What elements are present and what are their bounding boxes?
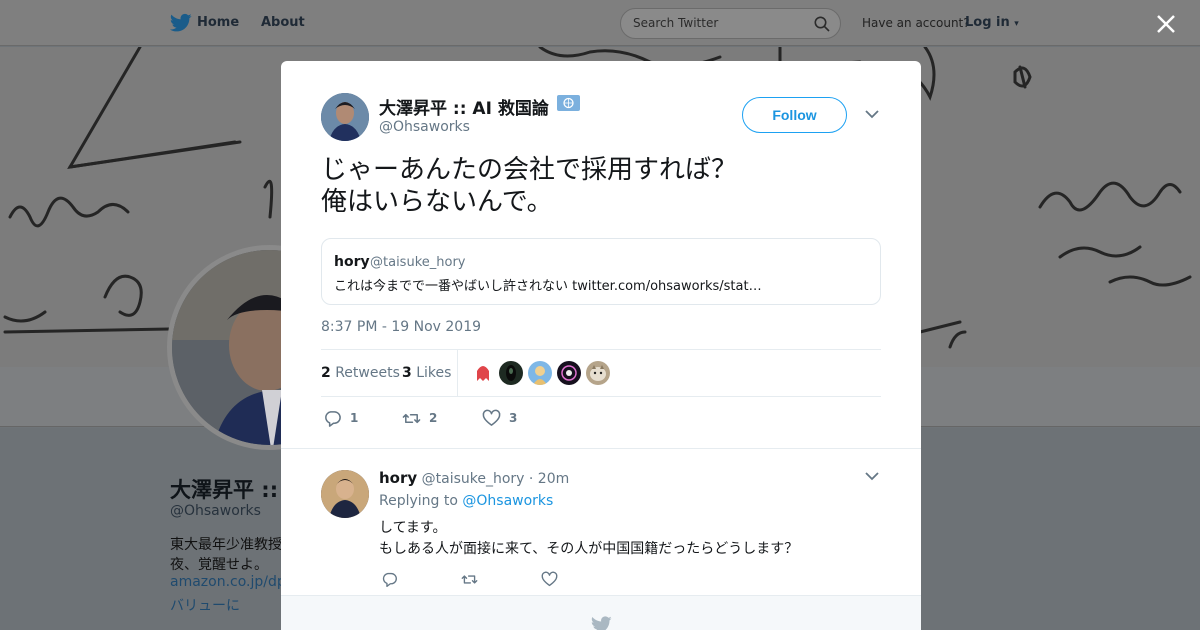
- reply-author-handle[interactable]: @taisuke_hory: [422, 471, 525, 487]
- reply-icon: [382, 572, 397, 587]
- likes-count: 3: [402, 365, 412, 381]
- retweet-icon: [402, 413, 421, 423]
- avatar-photo: [321, 93, 369, 141]
- chevron-down-icon[interactable]: [865, 471, 879, 481]
- top-navigation-bar: Home About Search Twitter Have an accoun…: [0, 0, 1200, 46]
- tweet-text-line: 俺はいらないんで。: [321, 187, 553, 217]
- like-count: 3: [509, 411, 518, 425]
- retweet-button[interactable]: [461, 568, 478, 590]
- replying-to: Replying to @Ohsaworks: [379, 493, 553, 509]
- reply-text-line: もしある人が面接に来て、その人が中国国籍だったらどうします？: [379, 541, 799, 557]
- liker-avatar[interactable]: [499, 361, 523, 385]
- login-link[interactable]: Log in ▾: [965, 15, 1019, 30]
- chevron-down-icon[interactable]: [865, 109, 879, 119]
- modal-footer: [281, 595, 921, 630]
- reply-text-line: してます。: [379, 520, 447, 536]
- like-button[interactable]: 3: [482, 407, 517, 429]
- search-input[interactable]: Search Twitter: [620, 8, 841, 39]
- avatar-photo: [321, 470, 369, 518]
- liker-avatar[interactable]: [471, 361, 495, 385]
- login-label: Log in: [965, 15, 1010, 30]
- have-account-text: Have an account?: [862, 16, 970, 30]
- un-flag-icon: [557, 95, 580, 111]
- retweet-count: 2: [429, 411, 438, 425]
- liker-avatar[interactable]: [557, 361, 581, 385]
- quoted-tweet-card[interactable]: hory @taisuke_hory これは今までで一番やばいし許されない tw…: [321, 238, 881, 305]
- tweet-timestamp[interactable]: 8:37 PM - 19 Nov 2019: [321, 319, 481, 335]
- quoted-author-name: hory: [334, 254, 370, 270]
- quoted-tweet-text: これは今までで一番やばいし許されない twitter.com/ohsaworks…: [334, 279, 762, 294]
- heart-icon: [541, 571, 558, 586]
- tweet-actions: 1 2 3: [321, 405, 621, 431]
- reply-author-avatar[interactable]: [321, 470, 369, 518]
- reply-icon: [325, 410, 341, 427]
- like-button[interactable]: [541, 568, 558, 590]
- profile-handle: @Ohsaworks: [170, 503, 261, 519]
- profile-link[interactable]: バリューに: [170, 595, 240, 615]
- reply-author-name[interactable]: hory: [379, 469, 417, 487]
- profile-name: 大澤昇平 ::: [170, 478, 279, 502]
- nav-about-link[interactable]: About: [261, 15, 305, 30]
- profile-bio-line: 東大最年少准教授: [170, 537, 282, 553]
- section-divider: [281, 448, 921, 449]
- heart-icon: [482, 409, 501, 426]
- retweets-stat[interactable]: 2 Retweets: [321, 365, 400, 381]
- follow-button[interactable]: Follow: [742, 97, 847, 133]
- author-name[interactable]: 大澤昇平 :: AI 救国論: [379, 94, 549, 119]
- retweet-icon: [461, 574, 478, 584]
- search-placeholder: Search Twitter: [633, 16, 719, 30]
- reply-time[interactable]: · 20m: [529, 471, 569, 487]
- replying-to-prefix: Replying to: [379, 493, 458, 509]
- author-avatar[interactable]: [321, 93, 369, 141]
- reply-header: hory @taisuke_hory · 20m: [379, 469, 569, 487]
- twitter-bird-icon: [591, 616, 612, 630]
- twitter-bird-icon[interactable]: [170, 13, 192, 33]
- likes-stat[interactable]: 3 Likes: [402, 365, 451, 381]
- search-icon[interactable]: [814, 16, 830, 32]
- likes-label: Likes: [416, 365, 452, 381]
- quoted-author-handle: @taisuke_hory: [370, 255, 466, 270]
- liker-avatar[interactable]: [528, 361, 552, 385]
- reply-count: 1: [350, 411, 359, 425]
- tweet-text-line: じゃーあんたの会社で採用すれば？: [321, 155, 738, 185]
- reply-button[interactable]: 1: [323, 407, 358, 429]
- tweet-stats: 2 Retweets 3 Likes: [321, 349, 881, 397]
- close-icon[interactable]: [1152, 10, 1180, 38]
- tweet-permalink-modal: 大澤昇平 :: AI 救国論 @Ohsaworks Follow じゃーあんたの…: [281, 61, 921, 630]
- tweet-text: じゃーあんたの会社で採用すれば？ 俺はいらないんで。: [321, 154, 881, 218]
- profile-bio-line: 夜、覚醒せよ。: [170, 557, 268, 573]
- retweets-label: Retweets: [335, 365, 400, 381]
- retweets-count: 2: [321, 365, 331, 381]
- nav-home-link[interactable]: Home: [197, 15, 239, 30]
- retweet-button[interactable]: 2: [402, 407, 437, 429]
- replying-to-link[interactable]: @Ohsaworks: [462, 493, 553, 509]
- stats-divider: [457, 350, 458, 397]
- author-handle[interactable]: @Ohsaworks: [379, 119, 470, 135]
- liker-avatar[interactable]: [586, 361, 610, 385]
- reply-actions: [381, 566, 581, 588]
- chevron-down-icon: ▾: [1014, 19, 1019, 29]
- profile-link[interactable]: amazon.co.jp/dp/4: [170, 574, 299, 590]
- reply-button[interactable]: [381, 568, 398, 590]
